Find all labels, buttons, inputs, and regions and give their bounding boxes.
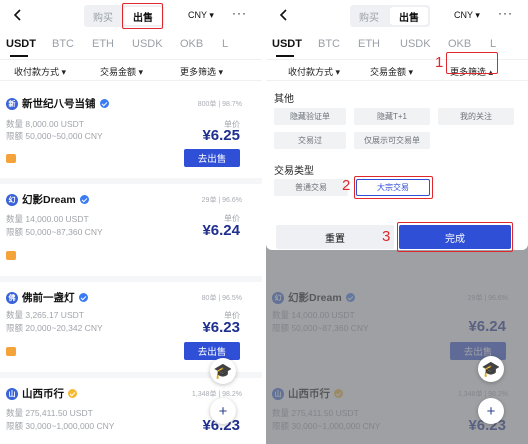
- top-bar: 购买 出售 CNY ▾ ···: [0, 0, 262, 32]
- step-1-label: 1: [435, 54, 444, 71]
- more-filter-dropdown: 其他 隐藏验证单 隐藏T+1 我的关注 交易过 仅展示可交易单 交易类型 普通交…: [266, 82, 528, 252]
- tab-btc[interactable]: BTC: [52, 38, 74, 50]
- merchant-label: 佛前一盏灯: [22, 292, 75, 304]
- merchant-avatar: 山: [6, 387, 18, 400]
- listing-card: 幻 幻影Dream 29单 | 96.6% 数量 14,000.00 USDT …: [0, 186, 262, 274]
- verified-badge-icon: [99, 99, 109, 108]
- plus-icon[interactable]: +: [210, 398, 236, 424]
- sell-button[interactable]: 去出售: [184, 149, 240, 167]
- more-menu-icon[interactable]: ···: [498, 6, 513, 20]
- highlight-box-sell: [122, 3, 163, 29]
- order-stats: 1,348单 | 98.2%: [191, 391, 242, 398]
- tab-eth[interactable]: ETH: [92, 38, 114, 50]
- order-stats: 80单 | 96.5%: [201, 295, 242, 302]
- more-menu-icon[interactable]: ···: [232, 6, 247, 20]
- payment-method-icon: [6, 251, 16, 260]
- merchant-name[interactable]: 新 新世纪八号当铺: [6, 96, 109, 111]
- limit: 限额 20,000~20,342 CNY: [6, 323, 103, 333]
- chip-traded[interactable]: 交易过: [274, 132, 346, 149]
- tab-more-coins[interactable]: L: [490, 38, 496, 50]
- verified-badge-icon: [78, 293, 88, 302]
- tab-okb[interactable]: OKB: [448, 38, 471, 50]
- tab-usdk[interactable]: USDK: [400, 38, 431, 50]
- chip-hide-t1[interactable]: 隐藏T+1: [354, 108, 430, 125]
- merchant-label: 幻影Dream: [22, 194, 76, 206]
- tab-usdk[interactable]: USDK: [132, 38, 163, 50]
- quantity: 数量 14,000.00 USDT: [6, 214, 89, 224]
- merchant-name[interactable]: 佛 佛前一盏灯: [6, 290, 88, 305]
- currency-select[interactable]: CNY ▾: [454, 10, 480, 21]
- listing-card: 新 新世纪八号当铺 800单 | 98.7% 数量 8,000.00 USDT …: [0, 88, 262, 176]
- merchant-avatar: 幻: [6, 193, 18, 206]
- merchant-label: 新世纪八号当铺: [22, 98, 96, 110]
- active-tab-underline: [10, 55, 28, 57]
- filter-bar: 收付款方式 ▾ 交易金额 ▾ 更多筛选 ▾: [0, 59, 262, 81]
- quantity: 数量 8,000.00 USDT: [6, 119, 84, 129]
- buy-sell-toggle: 购买 出售: [350, 5, 430, 27]
- chip-tradable-only[interactable]: 仅展示可交易单: [354, 132, 430, 149]
- tab-eth[interactable]: ETH: [358, 38, 380, 50]
- limit: 限额 30,000~1,000,000 CNY: [6, 421, 115, 431]
- limit: 限额 50,000~50,000 CNY: [6, 131, 103, 141]
- coin-tabs: USDT BTC ETH USDK OKB L: [0, 34, 262, 58]
- highlight-box-done: [397, 222, 513, 252]
- merchant-name[interactable]: 幻 幻影Dream: [6, 192, 89, 207]
- plus-icon[interactable]: +: [478, 398, 504, 424]
- order-stats: 800单 | 98.7%: [197, 101, 242, 108]
- tab-okb[interactable]: OKB: [180, 38, 203, 50]
- filter-open-screen: 购买 出售 CNY ▾ ··· USDT BTC ETH USDK OKB L …: [266, 0, 528, 444]
- amount-filter[interactable]: 交易金额 ▾: [370, 65, 413, 78]
- tab-more-coins[interactable]: L: [222, 38, 228, 50]
- merchant-avatar: 佛: [6, 291, 18, 304]
- price: ¥6.25: [202, 127, 240, 144]
- step-3-label: 3: [382, 228, 391, 245]
- back-arrow-icon[interactable]: [276, 7, 292, 23]
- tab-btc[interactable]: BTC: [318, 38, 340, 50]
- amount-filter[interactable]: 交易金额 ▾: [100, 65, 143, 78]
- gold-badge-icon: [68, 389, 77, 398]
- price: ¥6.23: [202, 319, 240, 336]
- education-hat-icon[interactable]: 🎓: [478, 356, 504, 382]
- quantity: 数量 275,411.50 USDT: [6, 408, 93, 418]
- tab-buy[interactable]: 购买: [350, 5, 388, 27]
- merchant-avatar: 新: [6, 97, 18, 110]
- tab-usdt[interactable]: USDT: [6, 38, 36, 50]
- top-bar: 购买 出售 CNY ▾ ···: [266, 0, 528, 32]
- payment-filter[interactable]: 收付款方式 ▾: [288, 65, 340, 78]
- payment-method-icon: [6, 154, 16, 163]
- sell-button[interactable]: 去出售: [184, 342, 240, 360]
- other-section-title: 其他: [274, 94, 294, 105]
- back-arrow-icon[interactable]: [10, 7, 26, 23]
- more-filter[interactable]: 更多筛选 ▾: [180, 65, 223, 78]
- currency-select[interactable]: CNY ▾: [188, 10, 214, 21]
- card-separator: [0, 276, 262, 282]
- reset-button[interactable]: 重置: [276, 225, 394, 249]
- chip-my-follow[interactable]: 我的关注: [438, 108, 514, 125]
- verified-badge-icon: [79, 195, 89, 204]
- price: ¥6.24: [202, 222, 240, 239]
- limit: 限额 50,000~87,360 CNY: [6, 227, 103, 237]
- highlight-box-more-filter: [446, 52, 498, 74]
- sell-list-screen: 购买 出售 CNY ▾ ··· USDT BTC ETH USDK OKB L …: [0, 0, 262, 444]
- tab-usdt[interactable]: USDT: [272, 38, 302, 50]
- active-tab-underline: [276, 55, 294, 57]
- chip-normal-trade[interactable]: 普通交易: [274, 179, 348, 196]
- quantity: 数量 3,265.17 USDT: [6, 310, 84, 320]
- step-2-label: 2: [342, 177, 351, 194]
- tab-buy[interactable]: 购买: [84, 5, 122, 27]
- card-separator: [0, 178, 262, 184]
- trade-type-section-title: 交易类型: [274, 166, 314, 177]
- merchant-name[interactable]: 山 山西币行: [6, 386, 77, 401]
- payment-filter[interactable]: 收付款方式 ▾: [14, 65, 66, 78]
- education-hat-icon[interactable]: 🎓: [210, 358, 236, 384]
- highlight-box-block-trade: [354, 176, 433, 199]
- payment-method-icon: [6, 347, 16, 356]
- merchant-label: 山西币行: [22, 388, 64, 400]
- order-stats: 29单 | 96.6%: [201, 197, 242, 204]
- chip-hide-verify[interactable]: 隐藏验证单: [274, 108, 346, 125]
- tab-sell[interactable]: 出售: [390, 7, 428, 25]
